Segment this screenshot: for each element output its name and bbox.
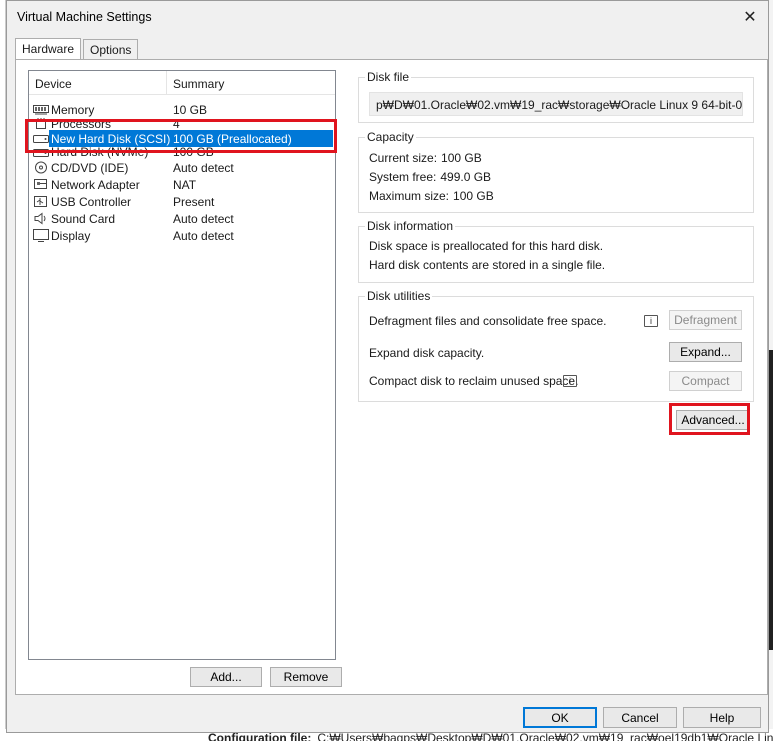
maximum-size-line: Maximum size: 100 GB [369, 189, 494, 203]
usb-icon [34, 196, 47, 207]
device-row-sound-card[interactable]: Sound Card Auto detect [29, 210, 335, 227]
defragment-button[interactable]: Defragment [669, 310, 742, 330]
add-device-button[interactable]: Add... [190, 667, 262, 687]
device-summary: Auto detect [173, 211, 234, 226]
title-bar: Virtual Machine Settings [7, 1, 768, 33]
device-row-usb-controller[interactable]: USB Controller Present [29, 193, 335, 210]
device-summary: Auto detect [173, 160, 234, 175]
device-name: New Hard Disk (SCSI) [51, 131, 171, 146]
device-list[interactable]: Device Summary Memory 10 GB Processors 4 [25, 70, 337, 660]
compact-description: Compact disk to reclaim unused space. [369, 374, 579, 388]
sound-card-icon [34, 212, 46, 225]
vm-settings-dialog: Virtual Machine Settings ✕ Hardware Opti… [6, 0, 769, 733]
device-summary: 100 GB (Preallocated) [173, 131, 292, 146]
ok-button[interactable]: OK [523, 707, 597, 728]
disk-file-title: Disk file [365, 70, 412, 84]
expand-description: Expand disk capacity. [369, 346, 485, 360]
tab-strip: Hardware Options [15, 38, 140, 61]
tab-hardware[interactable]: Hardware [15, 38, 82, 60]
tab-options[interactable]: Options [83, 39, 139, 59]
device-name: Memory [51, 102, 95, 117]
close-icon: ✕ [743, 9, 757, 26]
device-row-display[interactable]: Display Auto detect [29, 227, 335, 244]
device-name: Processors [51, 118, 112, 130]
disk-information-group: Disk information Disk space is prealloca… [358, 219, 754, 283]
disk-info-line-2: Hard disk contents are stored in a singl… [369, 258, 606, 272]
device-list-header: Device Summary [29, 71, 335, 95]
capacity-title: Capacity [365, 130, 416, 144]
hard-disk-icon [33, 148, 49, 157]
column-header-summary[interactable]: Summary [167, 71, 335, 94]
current-size-label: Current size: [369, 151, 438, 165]
device-row-new-hard-disk-scsi[interactable]: New Hard Disk (SCSI) 100 GB (Preallocate… [29, 130, 335, 147]
help-button[interactable]: Help [683, 707, 761, 728]
device-summary: 100 GB [173, 147, 214, 159]
device-summary: NAT [173, 177, 197, 192]
device-row-memory[interactable]: Memory 10 GB [29, 101, 335, 118]
network-adapter-icon [34, 179, 47, 189]
device-name: Display [51, 228, 91, 243]
defragment-description: Defragment files and consolidate free sp… [369, 314, 607, 328]
device-summary: Auto detect [173, 228, 234, 243]
disk-utilities-group: Disk utilities Defragment files and cons… [358, 289, 754, 402]
device-summary: Present [173, 194, 215, 209]
disk-file-path[interactable]: p₩D₩01.Oracle₩02.vm₩19_rac₩storage₩Oracl… [369, 92, 743, 116]
memory-icon [33, 105, 49, 115]
processor-icon [36, 118, 46, 129]
device-name: Sound Card [51, 211, 116, 226]
column-header-device[interactable]: Device [29, 71, 167, 94]
device-row-network-adapter[interactable]: Network Adapter NAT [29, 176, 335, 193]
current-size-line: Current size: 100 GB [369, 151, 482, 165]
system-free-line: System free: 499.0 GB [369, 170, 491, 184]
maximum-size-label: Maximum size: [369, 189, 450, 203]
hard-disk-icon [33, 135, 49, 143]
compact-button[interactable]: Compact [669, 371, 742, 391]
capacity-group: Capacity Current size: 100 GB System free… [358, 130, 754, 213]
expand-button[interactable]: Expand... [669, 342, 742, 362]
disk-info-line-1: Disk space is preallocated for this hard… [369, 239, 604, 253]
device-name: Hard Disk (NVMe) [51, 147, 149, 159]
cd-dvd-icon [35, 161, 47, 174]
device-row-hard-disk-nvme[interactable]: Hard Disk (NVMe) 100 GB [29, 147, 335, 159]
current-size-value: 100 GB [441, 151, 482, 165]
info-icon[interactable]: i [644, 315, 658, 327]
remove-device-button[interactable]: Remove [270, 667, 342, 687]
display-icon [33, 229, 49, 242]
advanced-button[interactable]: Advanced... [676, 410, 750, 430]
close-button[interactable]: ✕ [736, 3, 764, 31]
device-row-cd-dvd[interactable]: CD/DVD (IDE) Auto detect [29, 159, 335, 176]
device-summary: 10 GB [173, 102, 208, 117]
system-free-value: 499.0 GB [440, 170, 492, 184]
cancel-button[interactable]: Cancel [603, 707, 677, 728]
device-name: Network Adapter [51, 177, 140, 192]
hardware-panel: Device Summary Memory 10 GB Processors 4 [15, 59, 768, 695]
device-name: USB Controller [51, 194, 132, 209]
device-name: CD/DVD (IDE) [51, 160, 129, 175]
system-free-label: System free: [369, 170, 437, 184]
device-summary: 4 [173, 118, 180, 130]
info-icon[interactable]: i [563, 375, 577, 387]
device-row-processors[interactable]: Processors 4 [29, 118, 335, 130]
disk-file-group: Disk file p₩D₩01.Oracle₩02.vm₩19_rac₩sto… [358, 70, 754, 123]
maximum-size-value: 100 GB [453, 189, 494, 203]
window-title: Virtual Machine Settings [17, 10, 152, 24]
disk-information-title: Disk information [365, 219, 456, 233]
disk-utilities-title: Disk utilities [365, 289, 433, 303]
